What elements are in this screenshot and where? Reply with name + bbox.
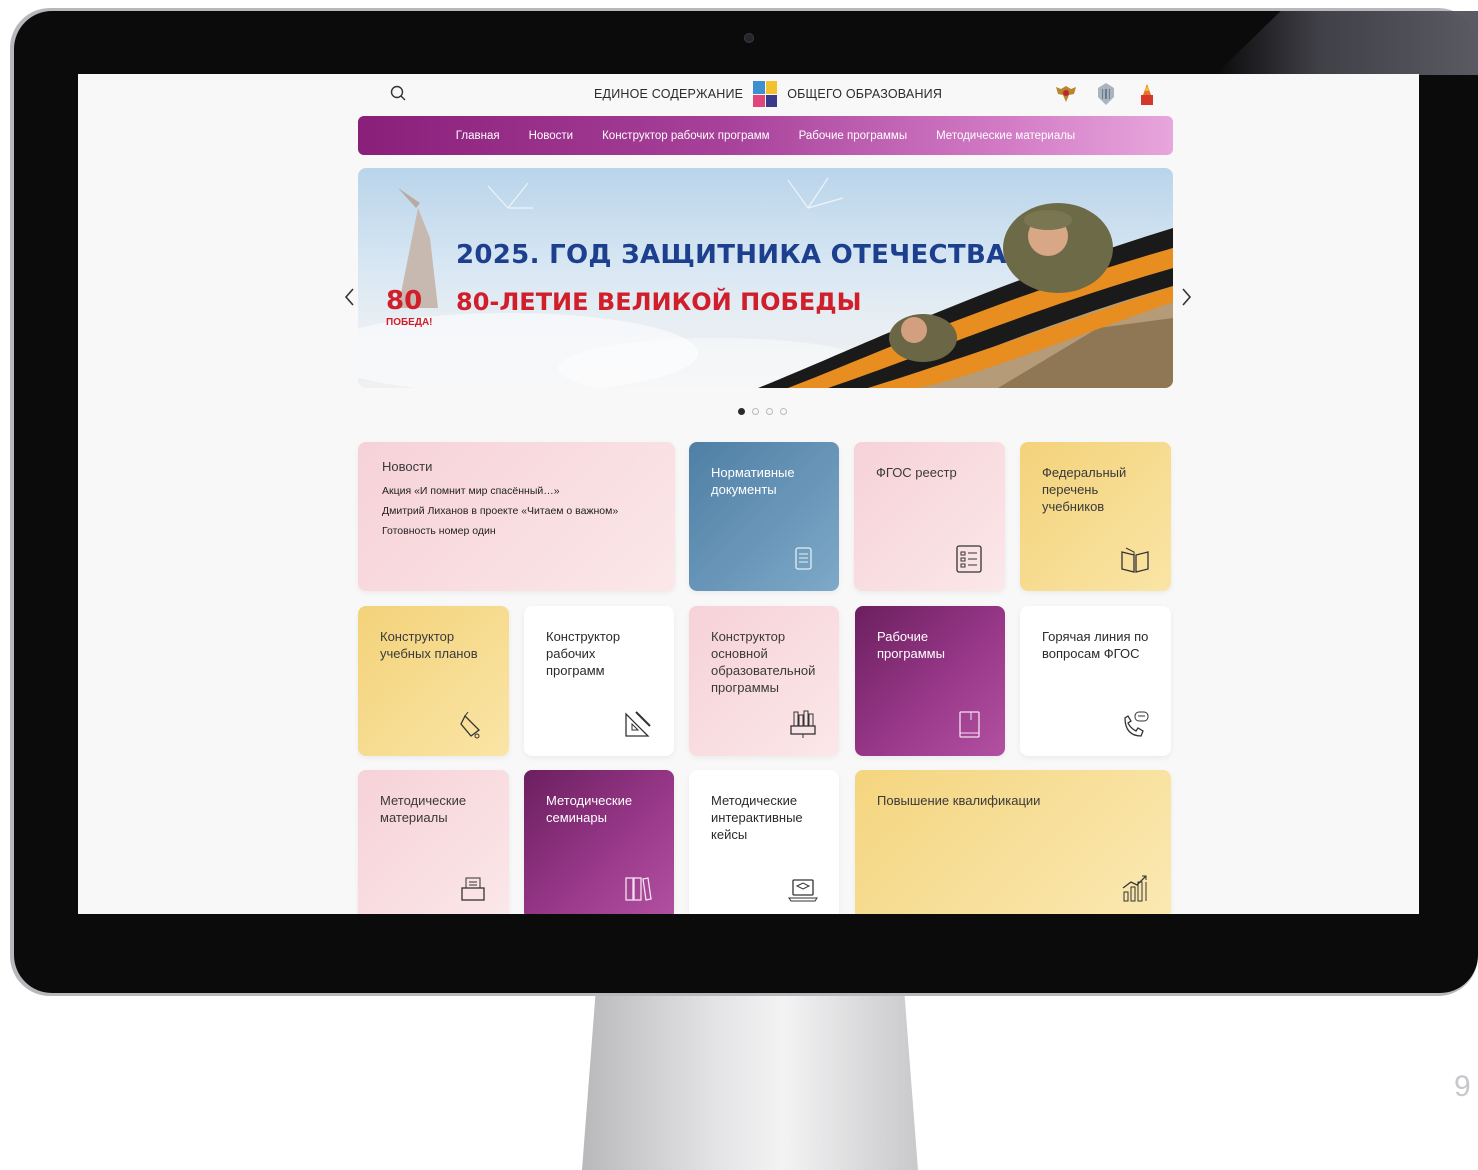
tile-federal-textbooks[interactable]: Федеральный перечень учебников xyxy=(1020,442,1171,591)
news-item-2[interactable]: Дмитрий Лиханов в проекте «Читаем о важн… xyxy=(382,501,651,521)
nav-item-program-builder[interactable]: Конструктор рабочих программ xyxy=(602,130,769,142)
growth-chart-icon xyxy=(1122,875,1147,902)
tile-normative-title: Нормативные документы xyxy=(711,465,795,497)
search-icon[interactable] xyxy=(388,83,410,105)
tile-fgos-registry[interactable]: ФГОС реестр xyxy=(854,442,1005,591)
tile-hotline-title: Горячая линия по вопросам ФГОС xyxy=(1042,629,1149,661)
open-book-icon xyxy=(1121,547,1149,573)
nav-item-home[interactable]: Главная xyxy=(456,130,500,142)
eagle-emblem-icon[interactable] xyxy=(1053,81,1079,107)
tile-curriculum-title: Конструктор учебных планов xyxy=(380,629,478,661)
tile-methodical-seminars-title: Методические семинары xyxy=(546,793,633,825)
tile-fgos-registry-title: ФГОС реестр xyxy=(876,465,957,480)
document-icon xyxy=(795,547,812,570)
tile-news[interactable]: Новости Акция «И помнит мир спасённый…» … xyxy=(358,442,675,591)
ministry-emblem-icon[interactable] xyxy=(1093,81,1119,107)
tile-program-builder-title: Конструктор рабочих программ xyxy=(546,629,621,678)
badge-word: ПОБЕДА! xyxy=(386,317,433,328)
carousel-next-icon[interactable] xyxy=(1176,284,1196,310)
tile-methodical-materials-title: Методические материалы xyxy=(380,793,467,825)
badge-number: 80 xyxy=(386,286,423,316)
banner-artwork xyxy=(358,177,1173,388)
laptop-cap-icon xyxy=(788,879,818,902)
bell-icon xyxy=(460,711,480,739)
victory-80-badge: 80 ПОБЕДА! xyxy=(386,286,440,332)
tile-qualification-title: Повышение квалификации xyxy=(877,793,1041,808)
tile-basic-program-builder[interactable]: Конструктор основной образовательной про… xyxy=(689,606,839,756)
news-list: Акция «И помнит мир спасённый…» Дмитрий … xyxy=(382,481,651,541)
tile-textbooks-title: Федеральный перечень учебников xyxy=(1042,465,1127,514)
carousel-dot-4[interactable] xyxy=(780,408,787,415)
site-brand[interactable]: ЕДИНОЕ СОДЕРЖАНИЕ ОБЩЕГО ОБРАЗОВАНИЯ xyxy=(594,79,942,109)
phone-chat-icon xyxy=(1124,711,1149,737)
books-monitor-icon xyxy=(790,710,816,738)
tile-news-title: Новости xyxy=(382,459,433,474)
brand-left-text: ЕДИНОЕ СОДЕРЖАНИЕ xyxy=(594,87,744,101)
nav-item-work-programs[interactable]: Рабочие программы xyxy=(799,130,908,142)
brand-logo-icon xyxy=(753,81,778,107)
tile-methodical-seminars[interactable]: Методические семинары xyxy=(524,770,674,914)
carousel-prev-icon[interactable] xyxy=(340,284,360,310)
emblems xyxy=(1053,81,1159,107)
institute-emblem-icon[interactable] xyxy=(1133,81,1159,107)
news-item-3[interactable]: Готовность номер один xyxy=(382,521,651,541)
banner-title: 2025. ГОД ЗАЩИТНИКА ОТЕЧЕСТВА xyxy=(456,240,1007,270)
checklist-icon xyxy=(956,545,982,573)
nav-item-methodical-materials[interactable]: Методические материалы xyxy=(936,130,1075,142)
tile-basic-program-title: Конструктор основной образовательной про… xyxy=(711,629,816,695)
tile-normative-documents[interactable]: Нормативные документы xyxy=(689,442,839,591)
carousel-dot-3[interactable] xyxy=(766,408,773,415)
website-screen: ЕДИНОЕ СОДЕРЖАНИЕ ОБЩЕГО ОБРАЗОВАНИЯ Гла… xyxy=(78,74,1419,914)
tile-program-builder[interactable]: Конструктор рабочих программ xyxy=(524,606,674,756)
slide-page-number: 9 xyxy=(1454,1070,1471,1103)
tile-interactive-cases[interactable]: Методические интерактивные кейсы xyxy=(689,770,839,914)
brand-right-text: ОБЩЕГО ОБРАЗОВАНИЯ xyxy=(787,87,943,101)
hero-banner[interactable]: 80 ПОБЕДА! 2025. ГОД ЗАЩИТНИКА ОТЕЧЕСТВА… xyxy=(358,168,1173,388)
monitor-stand xyxy=(582,995,918,1170)
inbox-tray-icon xyxy=(461,877,485,901)
main-nav: Главная Новости Конструктор рабочих прог… xyxy=(358,116,1173,155)
tile-work-programs[interactable]: Рабочие программы xyxy=(855,606,1005,756)
notebook-icon xyxy=(959,711,980,738)
nav-item-news[interactable]: Новости xyxy=(529,130,574,142)
news-item-1[interactable]: Акция «И помнит мир спасённый…» xyxy=(382,481,651,501)
carousel-dot-1[interactable] xyxy=(738,408,745,415)
top-bar: ЕДИНОЕ СОДЕРЖАНИЕ ОБЩЕГО ОБРАЗОВАНИЯ xyxy=(78,74,1419,114)
tile-work-programs-title: Рабочие программы xyxy=(877,629,945,661)
tile-qualification[interactable]: Повышение квалификации xyxy=(855,770,1171,914)
tile-hotline[interactable]: Горячая линия по вопросам ФГОС xyxy=(1020,606,1171,756)
tile-interactive-cases-title: Методические интерактивные кейсы xyxy=(711,793,803,842)
banner-subtitle: 80-ЛЕТИЕ ВЕЛИКОЙ ПОБЕДЫ xyxy=(456,288,862,316)
tile-methodical-materials[interactable]: Методические материалы xyxy=(358,770,509,914)
bookshelf-icon xyxy=(625,877,652,901)
tile-curriculum-builder[interactable]: Конструктор учебных планов xyxy=(358,606,509,756)
ruler-pencil-icon xyxy=(625,711,651,737)
carousel-dots xyxy=(738,408,787,415)
webcam-icon xyxy=(744,33,754,43)
carousel-dot-2[interactable] xyxy=(752,408,759,415)
